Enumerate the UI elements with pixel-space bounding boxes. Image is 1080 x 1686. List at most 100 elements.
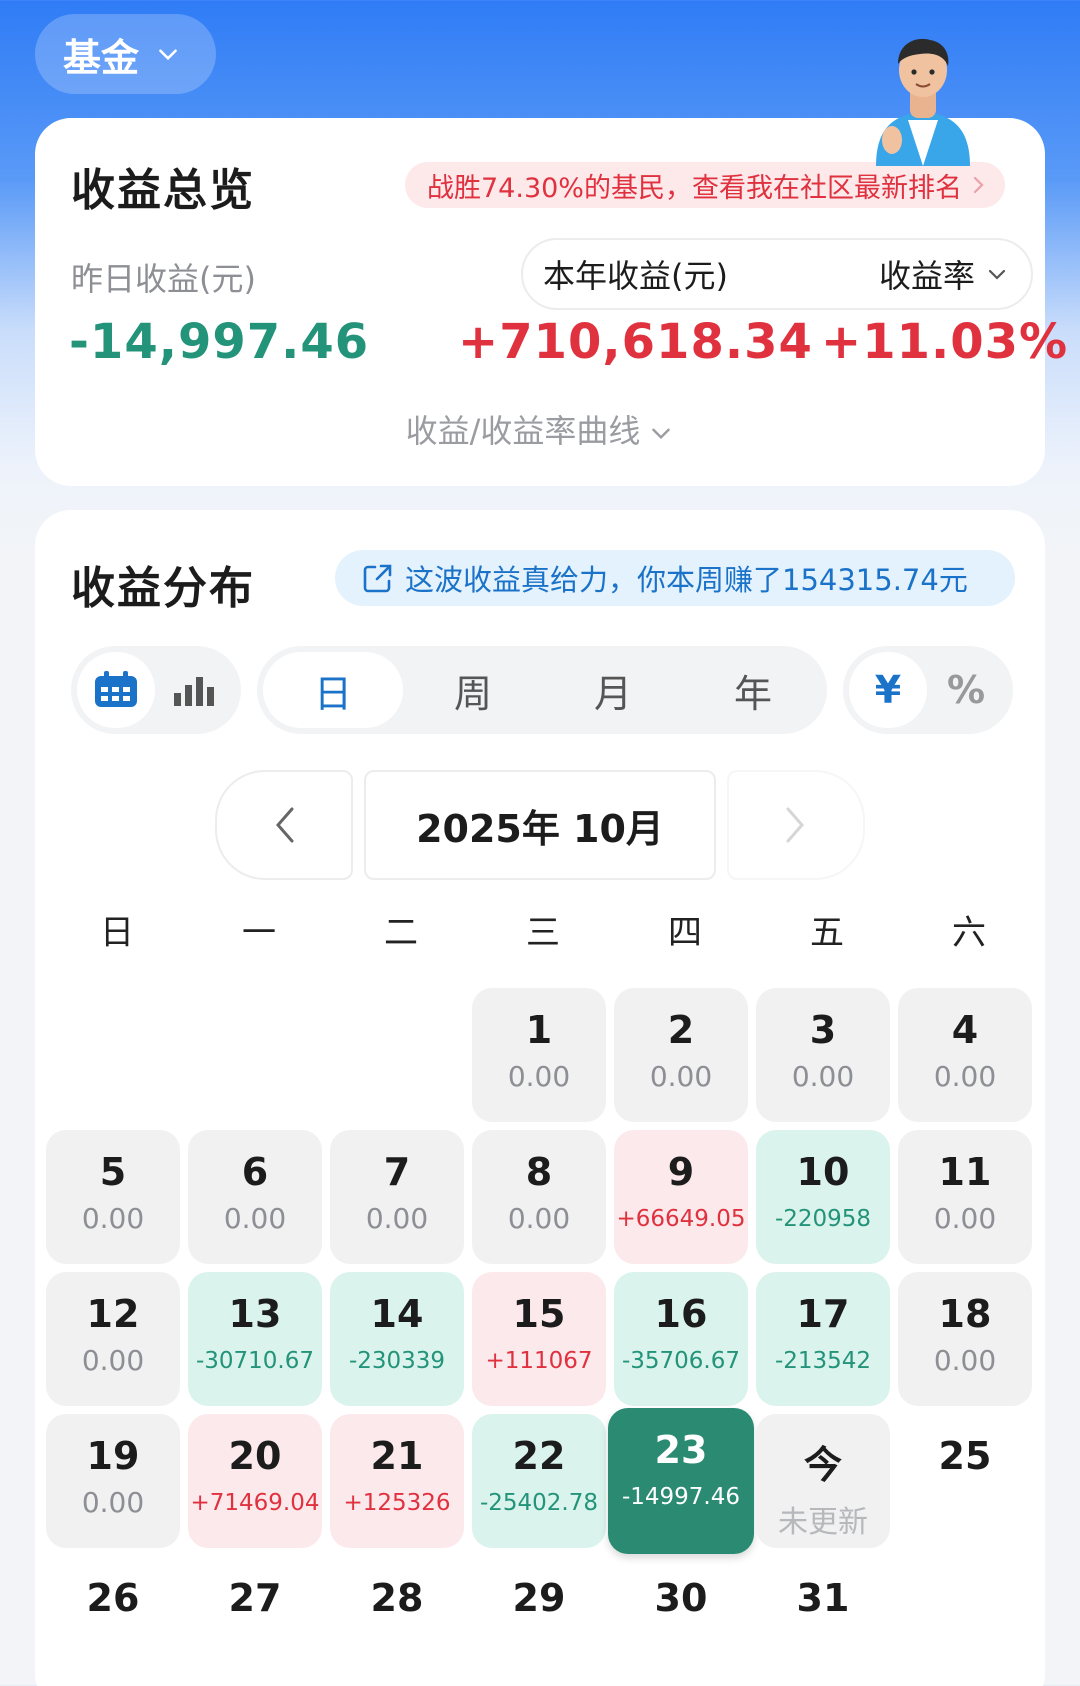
calendar-day-value: 0.00 xyxy=(81,1486,145,1519)
calendar-day-value: 0.00 xyxy=(507,1060,571,1093)
calendar-day-cell[interactable]: 22 -25402.78 xyxy=(472,1414,606,1548)
calendar-day-value: +71469.04 xyxy=(190,1490,320,1516)
calendar-day-cell[interactable]: 23 -14997.46 xyxy=(608,1408,754,1554)
calendar-icon xyxy=(95,671,137,707)
calendar-day-cell[interactable]: 3 0.00 xyxy=(756,988,890,1122)
calendar-day-cell[interactable]: 8 0.00 xyxy=(472,1130,606,1264)
amount-unit-button[interactable]: ¥ xyxy=(849,652,927,728)
calendar-day-value: 0.00 xyxy=(81,1344,145,1377)
year-rate-header: 本年收益(元) 收益率 xyxy=(521,238,1033,310)
tab-year[interactable]: 年 xyxy=(683,652,823,728)
period-tabs: 日 周 月 年 xyxy=(257,646,827,734)
calendar-day-cell[interactable]: 今未更新 xyxy=(756,1414,890,1548)
calendar-day-number: 15 xyxy=(512,1292,566,1336)
calendar-day-number: 22 xyxy=(512,1434,566,1478)
calendar-day-cell[interactable]: 5 0.00 xyxy=(46,1130,180,1264)
calendar-day-cell[interactable]: 1 0.00 xyxy=(472,988,606,1122)
calendar-day-cell: 28 xyxy=(330,1556,464,1686)
calendar-day-value: -25402.78 xyxy=(479,1490,599,1516)
rate-value: +11.03% xyxy=(821,314,1069,370)
rank-banner[interactable]: 战胜74.30%的基民，查看我在社区最新排名 xyxy=(405,162,1005,208)
calendar-day-number: 今 xyxy=(803,1443,842,1487)
calendar-day-cell[interactable]: 21 +125326 xyxy=(330,1414,464,1548)
calendar-day-value: +111067 xyxy=(485,1348,593,1374)
calendar-day-number: 14 xyxy=(370,1292,424,1336)
rate-selector[interactable]: 收益率 xyxy=(879,251,1009,297)
calendar-day-value: 未更新 xyxy=(778,1505,868,1540)
tab-month[interactable]: 月 xyxy=(543,652,683,728)
calendar-day-cell[interactable]: 7 0.00 xyxy=(330,1130,464,1264)
fund-type-selector[interactable]: 基金 xyxy=(35,14,216,94)
calendar-day-value: -14997.46 xyxy=(621,1484,741,1510)
calendar-day-number: 25 xyxy=(938,1434,992,1478)
rate-label: 收益率 xyxy=(878,257,975,295)
prev-month-button[interactable] xyxy=(215,770,353,880)
chevron-down-icon xyxy=(988,269,1006,280)
curve-toggle[interactable]: 收益/收益率曲线 xyxy=(35,406,1045,452)
calendar-day-cell[interactable]: 13 -30710.67 xyxy=(188,1272,322,1406)
calendar-day-cell[interactable]: 15 +111067 xyxy=(472,1272,606,1406)
tab-week[interactable]: 周 xyxy=(403,652,543,728)
calendar-day-number: 4 xyxy=(951,1008,979,1052)
calendar-day-number: 1 xyxy=(525,1008,553,1052)
calendar-day-number: 3 xyxy=(809,1008,837,1052)
calendar-day-cell[interactable]: 10 -220958 xyxy=(756,1130,890,1264)
week-banner-text: 这波收益真给力，你本周赚了154315.74元 xyxy=(405,563,968,597)
distribution-card: 收益分布 这波收益真给力，你本周赚了154315.74元 日 周 月 年 ¥ %… xyxy=(35,510,1045,1686)
calendar-day-cell[interactable]: 9 +66649.05 xyxy=(614,1130,748,1264)
calendar-day-number: 26 xyxy=(86,1576,140,1620)
weekday-tue: 二 xyxy=(384,913,418,953)
mascot-avatar xyxy=(876,38,970,166)
calendar-day-number: 7 xyxy=(383,1150,411,1194)
calendar-day-cell[interactable]: 2 0.00 xyxy=(614,988,748,1122)
calendar-day-value: -213542 xyxy=(774,1348,872,1374)
calendar-day-number: 30 xyxy=(654,1576,708,1620)
calendar-view-button[interactable] xyxy=(77,652,155,728)
calendar-day-value: +66649.05 xyxy=(616,1206,746,1232)
percent-unit-button[interactable]: % xyxy=(927,652,1005,728)
rank-banner-text: 战胜74.30%的基民，查看我在社区最新排名 xyxy=(427,172,962,204)
weekday-mon: 一 xyxy=(242,913,276,953)
week-banner[interactable]: 这波收益真给力，你本周赚了154315.74元 xyxy=(335,550,1015,606)
calendar-day-cell[interactable]: 17 -213542 xyxy=(756,1272,890,1406)
chevron-right-icon xyxy=(973,176,984,194)
fund-type-label: 基金 xyxy=(63,35,140,80)
calendar-day-cell[interactable]: 20 +71469.04 xyxy=(188,1414,322,1548)
distribution-title: 收益分布 xyxy=(71,563,255,614)
chevron-down-icon xyxy=(159,49,177,61)
calendar-day-value: 0.00 xyxy=(933,1202,997,1235)
calendar-day-number: 29 xyxy=(512,1576,566,1620)
calendar-day-cell[interactable]: 4 0.00 xyxy=(898,988,1032,1122)
chevron-right-icon xyxy=(786,807,804,843)
tab-day[interactable]: 日 xyxy=(263,652,403,728)
calendar-day-number: 9 xyxy=(667,1150,695,1194)
calendar-day-number: 20 xyxy=(228,1434,282,1478)
calendar-day-cell[interactable]: 19 0.00 xyxy=(46,1414,180,1548)
calendar-day-value: -35706.67 xyxy=(621,1348,741,1374)
weekday-sun: 日 xyxy=(100,913,134,953)
overview-title: 收益总览 xyxy=(71,165,255,216)
next-month-button[interactable] xyxy=(727,770,865,880)
weekday-sat: 六 xyxy=(952,913,986,953)
calendar-day-number: 6 xyxy=(241,1150,269,1194)
calendar-day-value: 0.00 xyxy=(507,1202,571,1235)
calendar-day-cell: 29 xyxy=(472,1556,606,1686)
calendar-day-cell[interactable]: 6 0.00 xyxy=(188,1130,322,1264)
calendar-day-cell[interactable]: 12 0.00 xyxy=(46,1272,180,1406)
yesterday-label: 昨日收益(元) xyxy=(71,260,256,298)
calendar-day-number: 23 xyxy=(654,1428,708,1472)
calendar-day-number: 16 xyxy=(654,1292,708,1336)
calendar-day-value: 0.00 xyxy=(223,1202,287,1235)
calendar-day-value: 0.00 xyxy=(365,1202,429,1235)
calendar-day-value: -230339 xyxy=(348,1348,446,1374)
calendar-day-cell: 27 xyxy=(188,1556,322,1686)
calendar-day-cell[interactable]: 11 0.00 xyxy=(898,1130,1032,1264)
calendar-day-cell[interactable]: 16 -35706.67 xyxy=(614,1272,748,1406)
weekday-fri: 五 xyxy=(810,913,844,953)
calendar-day-number: 31 xyxy=(796,1576,850,1620)
chart-view-button[interactable] xyxy=(155,652,233,728)
calendar-day-cell[interactable]: 18 0.00 xyxy=(898,1272,1032,1406)
year-label: 本年收益(元) xyxy=(543,257,728,295)
calendar-day-cell[interactable]: 14 -230339 xyxy=(330,1272,464,1406)
calendar-day-number: 27 xyxy=(228,1576,282,1620)
